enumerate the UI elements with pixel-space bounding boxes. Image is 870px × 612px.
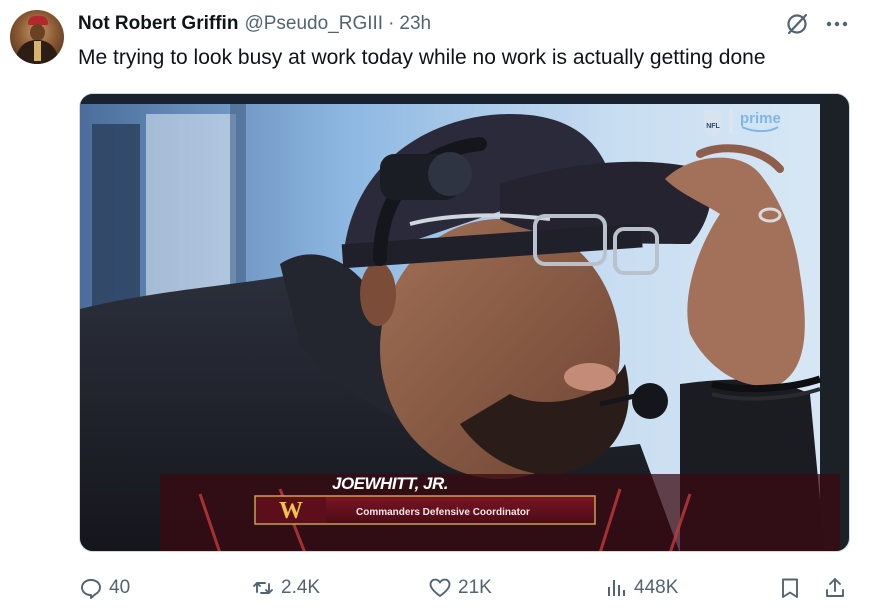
- action-bar: 40 2.4K 21K 448K: [0, 570, 870, 606]
- timestamp[interactable]: 23h: [399, 13, 431, 35]
- lower-third-name: JOEWHITT, JR.: [332, 474, 448, 493]
- avatar-tie: [34, 41, 41, 61]
- prime-logo: prime: [740, 110, 781, 127]
- more-icon[interactable]: [824, 12, 850, 36]
- header-separator: ·: [388, 13, 395, 34]
- tweet-header: Not Robert Griffin @Pseudo_RGIII · 23h: [78, 12, 431, 36]
- lower-third-title: Commanders Defensive Coordinator: [356, 507, 530, 518]
- share-button[interactable]: [823, 570, 853, 606]
- views-icon: [608, 580, 625, 596]
- heart-icon: [429, 578, 451, 597]
- nfl-badge: NFL: [706, 123, 720, 130]
- avatar[interactable]: [10, 10, 64, 64]
- reply-icon: [81, 579, 101, 599]
- lower-third: JOEWHITT, JR. W Commanders Defensive Coo…: [160, 474, 840, 551]
- like-button[interactable]: 21K: [428, 570, 492, 606]
- share-icon: [826, 578, 844, 597]
- like-count: 21K: [458, 577, 492, 598]
- tweet-media[interactable]: NFL prime JOEWHITT, JR. W Commanders Def…: [79, 93, 850, 552]
- repost-button[interactable]: 2.4K: [251, 570, 320, 606]
- tweet: Not Robert Griffin @Pseudo_RGIII · 23h M…: [0, 0, 870, 612]
- grok-icon[interactable]: [784, 11, 810, 37]
- user-handle[interactable]: @Pseudo_RGIII: [244, 13, 383, 35]
- reply-button[interactable]: 40: [79, 570, 130, 606]
- bookmark-button[interactable]: [778, 570, 808, 606]
- commanders-logo: W: [279, 498, 303, 524]
- bookmark-icon: [782, 578, 798, 598]
- avatar-face: [30, 24, 45, 41]
- media-image: NFL prime JOEWHITT, JR. W Commanders Def…: [80, 94, 849, 551]
- repost-count: 2.4K: [281, 577, 321, 598]
- repost-icon: [253, 582, 273, 594]
- display-name[interactable]: Not Robert Griffin: [78, 13, 238, 35]
- reply-count: 40: [109, 577, 131, 598]
- views-button[interactable]: 448K: [604, 570, 678, 606]
- tweet-text: Me trying to look busy at work today whi…: [78, 46, 766, 69]
- views-count: 448K: [634, 577, 679, 598]
